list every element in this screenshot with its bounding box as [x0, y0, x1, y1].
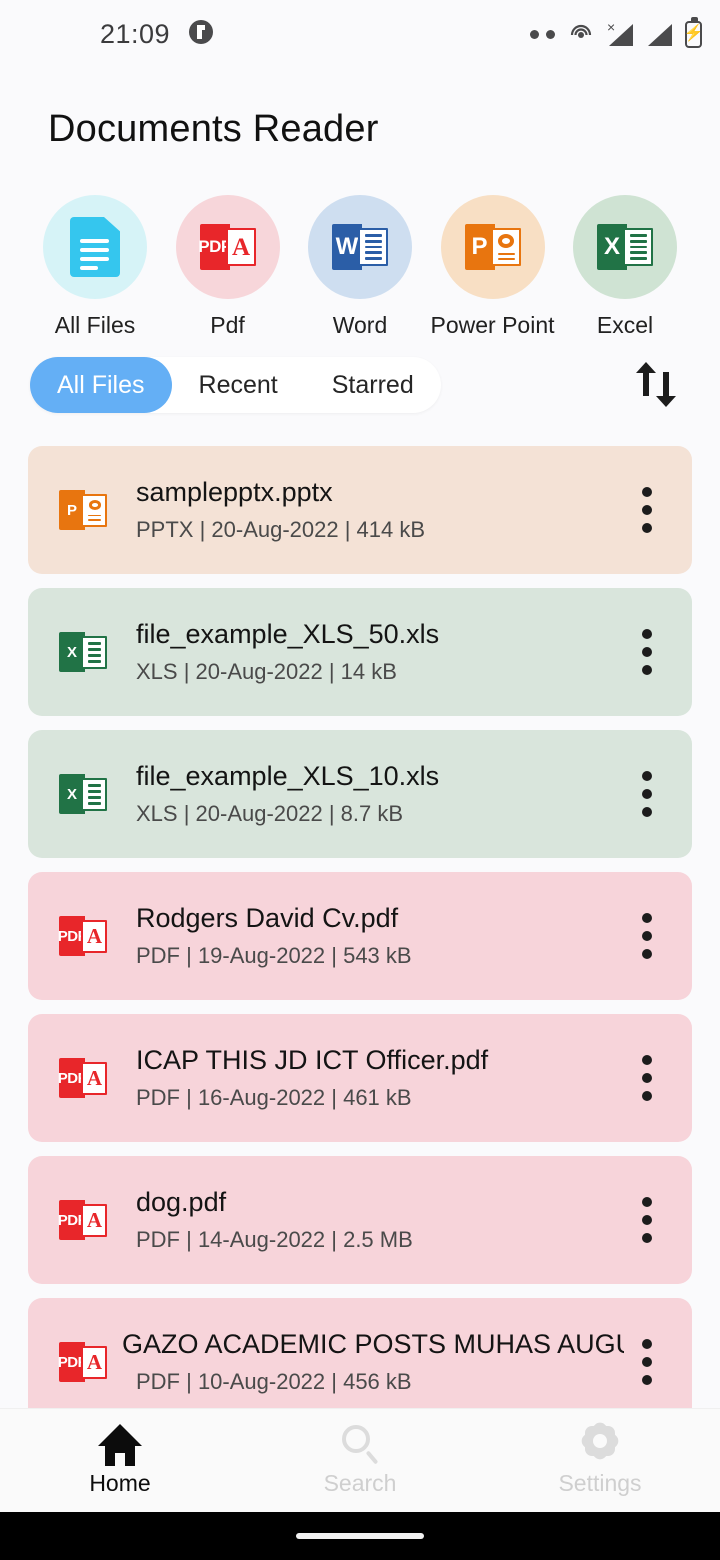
- category-row: All Files PDF A Pdf W Word P Power Point: [0, 151, 720, 339]
- category-powerpoint[interactable]: P Power Point: [431, 195, 555, 339]
- gesture-navigation-area: [0, 1512, 720, 1560]
- more-vertical-icon[interactable]: [624, 771, 670, 817]
- gesture-bar[interactable]: [296, 1533, 424, 1539]
- page-title: Documents Reader: [48, 108, 379, 150]
- two-dots-icon: [530, 29, 555, 39]
- file-list[interactable]: P samplepptx.pptx PPTX | 20-Aug-2022 | 4…: [0, 446, 720, 1408]
- category-excel-circle[interactable]: X: [573, 195, 677, 299]
- file-info: Rodgers David Cv.pdf PDF | 19-Aug-2022 |…: [114, 903, 624, 969]
- tab-row: All Files Recent Starred: [0, 339, 720, 413]
- category-powerpoint-circle[interactable]: P: [440, 195, 545, 299]
- file-info: file_example_XLS_10.xls XLS | 20-Aug-202…: [114, 761, 624, 827]
- tab-all-files[interactable]: All Files: [30, 357, 172, 413]
- file-info: ICAP THIS JD ICT Officer.pdf PDF | 16-Au…: [114, 1045, 624, 1111]
- excel-file-icon: X: [52, 770, 114, 818]
- nav-item-home-label: Home: [89, 1470, 151, 1496]
- app-badge-icon: [188, 19, 214, 50]
- pdf-icon: PDF A: [198, 219, 256, 275]
- tab-starred[interactable]: Starred: [305, 357, 441, 413]
- table-row[interactable]: PDFA GAZO ACADEMIC POSTS MUHAS AUGUST 20…: [28, 1298, 692, 1408]
- powerpoint-file-icon: P: [52, 486, 114, 534]
- tab-group: All Files Recent Starred: [30, 357, 441, 413]
- category-all-files-label: All Files: [54, 312, 136, 338]
- gear-icon: [577, 1424, 623, 1466]
- more-vertical-icon[interactable]: [624, 487, 670, 533]
- category-powerpoint-label: Power Point: [430, 312, 555, 338]
- word-icon: W: [332, 219, 388, 275]
- table-row[interactable]: PDF A dog.pdf PDF | 14-Aug-2022 | 2.5 MB: [28, 1156, 692, 1284]
- table-row[interactable]: X file_example_XLS_10.xls XLS | 20-Aug-2…: [28, 730, 692, 858]
- category-word-label: Word: [332, 312, 388, 338]
- category-excel-label: Excel: [596, 312, 654, 338]
- document-icon: [70, 217, 120, 277]
- file-meta: PDF | 14-Aug-2022 | 2.5 MB: [136, 1227, 413, 1252]
- excel-icon: X: [597, 219, 653, 275]
- hotspot-icon: [568, 19, 594, 50]
- category-pdf[interactable]: PDF A Pdf: [175, 195, 281, 339]
- category-pdf-circle[interactable]: PDF A: [175, 195, 280, 299]
- table-row[interactable]: P samplepptx.pptx PPTX | 20-Aug-2022 | 4…: [28, 446, 692, 574]
- nav-item-search-label: Search: [323, 1470, 397, 1496]
- more-vertical-icon[interactable]: [624, 1055, 670, 1101]
- status-bar: 21:09 × ⚡: [0, 0, 720, 68]
- home-icon: [97, 1424, 143, 1466]
- file-meta: PDF | 10-Aug-2022 | 456 kB: [136, 1369, 412, 1394]
- file-name: samplepptx.pptx: [136, 477, 333, 507]
- file-info: samplepptx.pptx PPTX | 20-Aug-2022 | 414…: [114, 477, 624, 543]
- powerpoint-icon: P: [464, 219, 521, 275]
- tab-recent[interactable]: Recent: [172, 357, 305, 413]
- file-name: file_example_XLS_50.xls: [136, 619, 440, 649]
- sort-arrows-icon[interactable]: [636, 362, 680, 408]
- file-info: GAZO ACADEMIC POSTS MUHAS AUGUST 2022.pd…: [114, 1329, 624, 1395]
- bottom-navigation: Home Search Settings: [0, 1408, 720, 1512]
- table-row[interactable]: PDF A Rodgers David Cv.pdf PDF | 19-Aug-2…: [28, 872, 692, 1000]
- signal-no-sim-icon: ×: [607, 20, 633, 46]
- file-name: GAZO ACADEMIC POSTS MUHAS AUGUST 2022.pd…: [122, 1329, 624, 1359]
- file-name: ICAP THIS JD ICT Officer.pdf: [136, 1045, 489, 1075]
- pdf-file-icon: PDF A: [52, 1338, 114, 1386]
- status-bar-right: × ⚡: [530, 16, 703, 50]
- file-meta: XLS | 20-Aug-2022 | 8.7 kB: [136, 801, 404, 826]
- pdf-file-icon: PDF A: [52, 1054, 114, 1102]
- file-info: file_example_XLS_50.xls XLS | 20-Aug-202…: [114, 619, 624, 685]
- category-word-circle[interactable]: W: [308, 195, 412, 299]
- nav-item-home[interactable]: Home: [0, 1424, 240, 1497]
- status-time: 21:09: [100, 18, 171, 49]
- nav-item-settings[interactable]: Settings: [480, 1424, 720, 1497]
- search-icon: [337, 1424, 383, 1466]
- excel-file-icon: X: [52, 628, 114, 676]
- category-all-files-circle[interactable]: [43, 195, 147, 299]
- category-word[interactable]: W Word: [307, 195, 413, 339]
- category-all-files[interactable]: All Files: [42, 195, 148, 339]
- file-meta: XLS | 20-Aug-2022 | 14 kB: [136, 659, 397, 684]
- more-vertical-icon[interactable]: [624, 1339, 670, 1385]
- category-pdf-label: Pdf: [210, 312, 245, 338]
- pdf-file-icon: PDF A: [52, 1196, 114, 1244]
- status-bar-left: 21:09: [100, 19, 214, 50]
- more-vertical-icon[interactable]: [624, 1197, 670, 1243]
- file-meta: PPTX | 20-Aug-2022 | 414 kB: [136, 517, 426, 542]
- file-name: dog.pdf: [136, 1187, 227, 1217]
- file-name: file_example_XLS_10.xls: [136, 761, 440, 791]
- category-excel[interactable]: X Excel: [572, 195, 678, 339]
- nav-item-search[interactable]: Search: [240, 1424, 480, 1497]
- table-row[interactable]: X file_example_XLS_50.xls XLS | 20-Aug-2…: [28, 588, 692, 716]
- pdf-file-icon: PDF A: [52, 912, 114, 960]
- file-name: Rodgers David Cv.pdf: [136, 903, 399, 933]
- signal-icon: [646, 22, 672, 46]
- nav-item-settings-label: Settings: [558, 1470, 642, 1496]
- file-meta: PDF | 16-Aug-2022 | 461 kB: [136, 1085, 412, 1110]
- more-vertical-icon[interactable]: [624, 913, 670, 959]
- file-meta: PDF | 19-Aug-2022 | 543 kB: [136, 943, 412, 968]
- table-row[interactable]: PDF A ICAP THIS JD ICT Officer.pdf PDF | …: [28, 1014, 692, 1142]
- battery-charging-icon: ⚡: [684, 16, 703, 48]
- more-vertical-icon[interactable]: [624, 629, 670, 675]
- file-info: dog.pdf PDF | 14-Aug-2022 | 2.5 MB: [114, 1187, 624, 1253]
